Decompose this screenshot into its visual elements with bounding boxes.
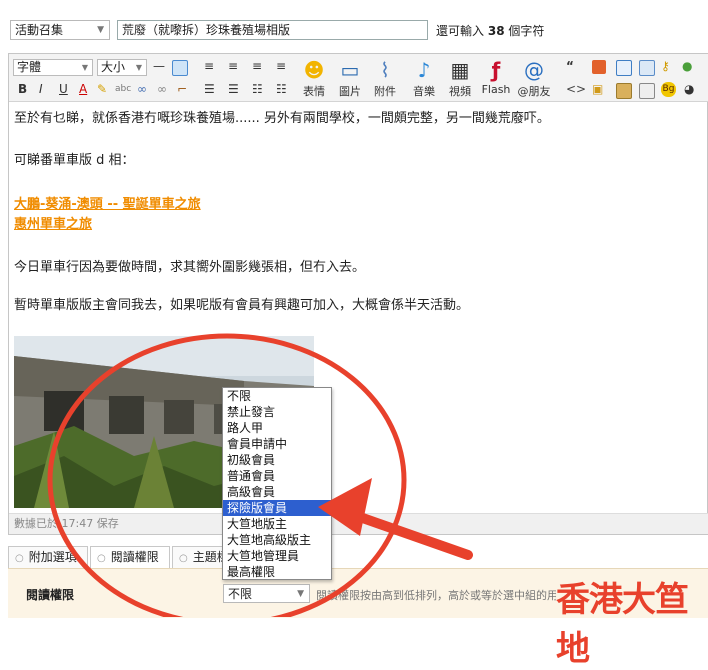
site-watermark: 香港大笪地: [556, 580, 689, 669]
annotation-overlay: [47, 333, 473, 617]
annotation-arrow-head: [318, 478, 372, 536]
annotation-circle: [47, 333, 407, 617]
